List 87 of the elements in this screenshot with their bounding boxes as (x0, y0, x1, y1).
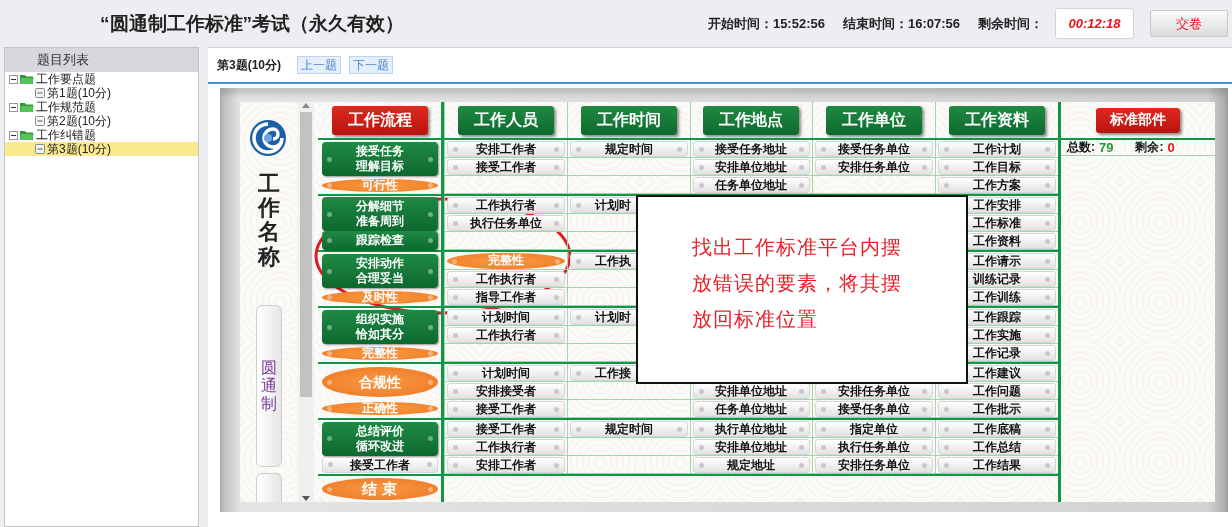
stat-label: 总数: (1067, 139, 1095, 156)
tree-folder[interactable]: 工作规范题 (36, 100, 96, 114)
element-chip[interactable]: 规定地址 (692, 457, 811, 473)
side-tab[interactable]: 圆通制 (256, 304, 282, 467)
logo-icon (249, 118, 289, 158)
element-chip[interactable]: 安排单位地址 (692, 439, 811, 455)
column-header-button[interactable]: 工作时间 (580, 105, 677, 135)
element-chip[interactable]: 指导工作者 (447, 289, 565, 305)
time-label: 开始时间：15:52:56 (707, 14, 825, 33)
submit-button[interactable]: 交卷 (1150, 10, 1228, 37)
element-chip[interactable]: 计划时间 (447, 365, 565, 381)
column-header-button[interactable]: 工作流程 (331, 105, 428, 135)
element-chip[interactable]: 计划时间 (447, 309, 565, 325)
element-chip[interactable]: 任务单位地址 (692, 177, 811, 193)
element-chip[interactable]: 接受任务单位 (815, 401, 934, 417)
nav-button[interactable]: 下一题 (349, 56, 393, 74)
flow-step[interactable]: 总结评价 循环改进 (321, 421, 438, 456)
element-chip[interactable]: 接受工作者 (447, 401, 565, 417)
element-chip[interactable]: 规定时间 (569, 141, 688, 157)
collapse-icon[interactable] (9, 102, 18, 112)
collapse-icon[interactable] (9, 130, 18, 140)
question-label: 第3题(10分) (217, 56, 281, 74)
element-chip[interactable]: 接受工作者 (447, 421, 565, 437)
element-chip[interactable]: 工作执行者 (447, 327, 565, 343)
countdown-timer: 00:12:18 (1055, 8, 1134, 39)
element-chip[interactable]: 工作执行者 (447, 197, 565, 213)
stat-value: 0 (1167, 140, 1175, 155)
element-chip[interactable]: 工作目标 (938, 159, 1056, 175)
element-chip[interactable]: 接受任务地址 (692, 141, 811, 157)
tree-item[interactable]: 第3题(10分) (5, 142, 198, 156)
folder-icon (20, 129, 34, 141)
nav-button[interactable]: 上一题 (297, 56, 341, 74)
flow-step[interactable]: 组织实施 恰如其分 (321, 310, 438, 345)
folder-icon (20, 73, 34, 85)
document-icon (35, 116, 45, 126)
flow-step[interactable]: 分解细节 准备周到 (321, 197, 438, 231)
flow-step[interactable]: 跟踪检查 (321, 231, 438, 250)
board-side-title: 工作名称 (258, 172, 280, 269)
element-chip[interactable]: 工作方案 (938, 177, 1056, 193)
element-chip[interactable]: 执行任务单位 (815, 439, 934, 455)
element-chip[interactable]: 安排任务单位 (815, 457, 934, 473)
element-chip[interactable]: 工作结果 (938, 457, 1056, 473)
stat-value: 79 (1099, 140, 1114, 155)
element-chip[interactable]: 安排任务单位 (815, 159, 934, 175)
hint-text: 找出工作标准平台内摆放错误的要素，将其摆放回标准位置 (692, 235, 903, 332)
scroll-down-icon[interactable] (302, 496, 310, 502)
element-chip[interactable]: 执行单位地址 (692, 421, 811, 437)
collapse-icon[interactable] (9, 74, 18, 84)
element-chip[interactable]: 规定时间 (569, 421, 688, 437)
tree-item[interactable]: 第1题(10分) (5, 86, 198, 100)
tree-folder[interactable]: 工作要点题 (36, 72, 96, 86)
stat-label: 剩余: (1135, 139, 1164, 156)
element-chip[interactable]: 安排单位地址 (692, 159, 811, 175)
time-label: 结束时间：16:07:56 (842, 14, 960, 33)
element-chip[interactable]: 工作底稿 (938, 421, 1056, 437)
column-header-button[interactable]: 工作人员 (457, 105, 554, 135)
page-title: “圆通制工作标准”考试（永久有效） (100, 11, 405, 36)
element-chip[interactable]: 安排工作者 (447, 141, 565, 157)
scroll-up-icon[interactable] (302, 102, 310, 108)
sidebar-title: 题目列表 (5, 48, 198, 72)
element-chip[interactable]: 指定单位 (815, 421, 934, 437)
remaining-label: 剩余时间： (978, 14, 1043, 33)
element-chip[interactable]: 工作执行者 (447, 271, 565, 287)
element-chip[interactable]: 工作计划 (938, 141, 1056, 157)
tree-folder[interactable]: 工作纠错题 (36, 128, 96, 142)
element-chip[interactable]: 任务单位地址 (692, 401, 811, 417)
folder-icon (20, 101, 34, 113)
column-header-button[interactable]: 工作地点 (703, 105, 800, 135)
element-chip[interactable]: 工作执行者 (447, 439, 565, 455)
flow-step[interactable]: 接受任务 理解目标 (321, 142, 438, 177)
element-chip[interactable]: 接受任务单位 (815, 141, 934, 157)
flow-step[interactable]: 接受工作者 (321, 456, 438, 473)
element-chip[interactable]: 工作问题 (938, 383, 1056, 399)
element-chip[interactable]: 安排接受者 (447, 383, 565, 399)
column-header-button[interactable]: 工作单位 (826, 105, 923, 135)
parts-header-button[interactable]: 标准部件 (1096, 107, 1180, 133)
element-chip[interactable]: 接受工作者 (447, 159, 565, 175)
column-header-button[interactable]: 工作资料 (949, 105, 1046, 135)
scrollbar[interactable] (298, 102, 314, 502)
element-chip[interactable]: 安排工作者 (447, 457, 565, 473)
document-icon (35, 88, 45, 98)
tree-item[interactable]: 第2题(10分) (5, 114, 198, 128)
element-chip[interactable]: 工作总结 (938, 439, 1056, 455)
flow-step[interactable]: 安排动作 合理妥当 (321, 254, 438, 289)
document-icon (35, 144, 45, 154)
element-chip[interactable]: 工作批示 (938, 401, 1056, 417)
element-chip[interactable]: 执行任务单位 (447, 215, 565, 231)
